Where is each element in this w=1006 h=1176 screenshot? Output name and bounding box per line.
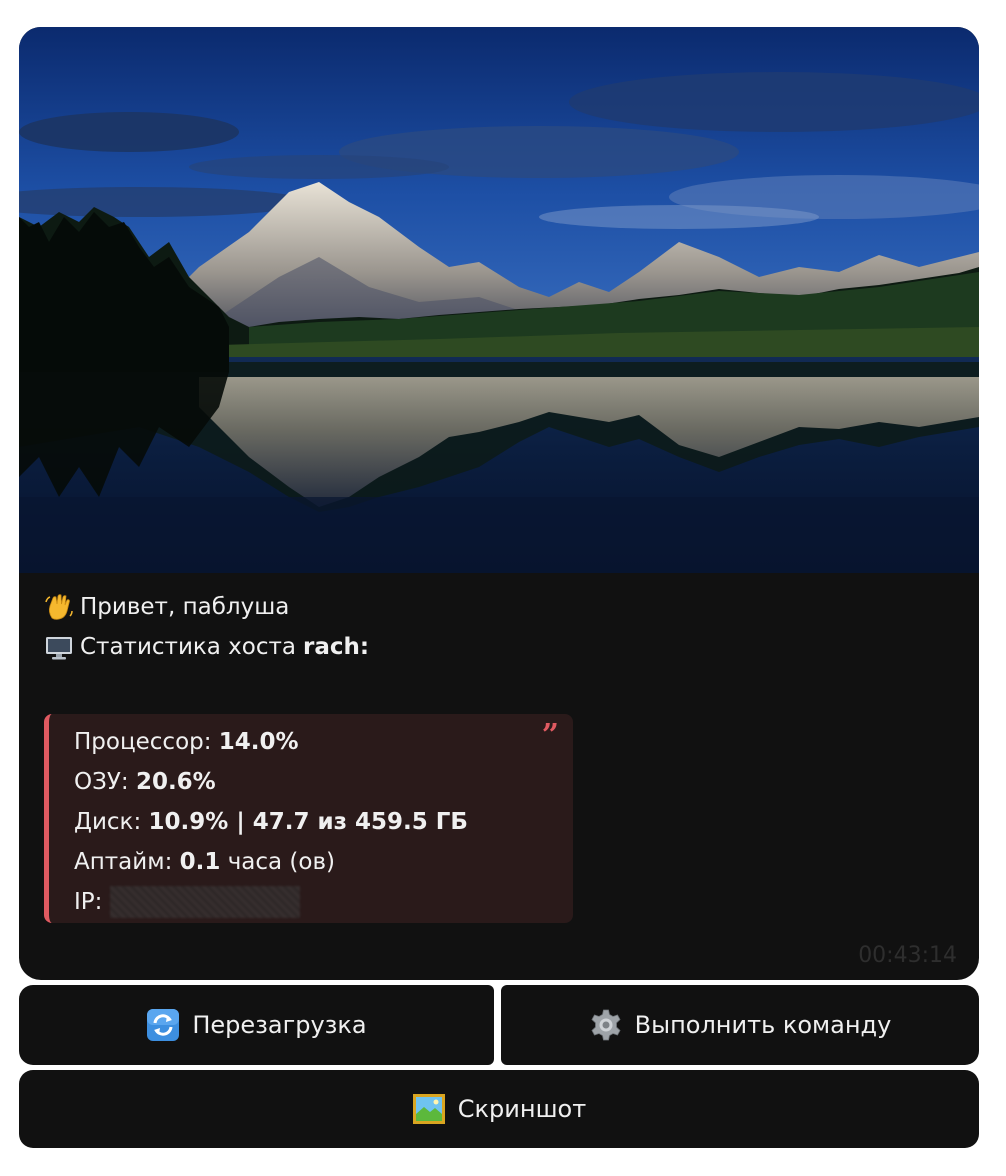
waving-hand-icon xyxy=(45,594,73,620)
disk-value: 10.9% | 47.7 из 459.5 ГБ xyxy=(148,809,468,835)
stats-label: Статистика хоста xyxy=(80,634,297,660)
landscape-photo[interactable] xyxy=(19,27,979,573)
disk-label: Диск: xyxy=(74,809,142,835)
ip-label: IP: xyxy=(74,889,103,915)
screenshot-button[interactable]: Скриншот xyxy=(19,1070,979,1148)
picture-icon xyxy=(412,1094,445,1124)
cpu-value: 14.0% xyxy=(218,729,299,755)
message-bubble: Привет, паблуша Статистика хоста rach: ”… xyxy=(19,27,979,980)
gear-icon xyxy=(591,1009,621,1041)
quote-icon: ” xyxy=(541,718,559,753)
uptime-unit: часа (ов) xyxy=(227,849,335,875)
message-timestamp: 00:43:14 xyxy=(858,943,957,968)
uptime-value: 0.1 xyxy=(179,849,221,875)
greeting-text: Привет, паблуша xyxy=(80,594,290,620)
stats-header-line: Статистика хоста rach: xyxy=(44,627,964,667)
desktop-computer-icon xyxy=(46,637,72,660)
greeting-line: Привет, паблуша xyxy=(44,587,964,627)
refresh-icon xyxy=(147,1009,180,1041)
message-text: Привет, паблуша Статистика хоста rach: xyxy=(44,587,964,667)
ram-value: 20.6% xyxy=(135,769,216,795)
cpu-line: Процессор: 14.0% xyxy=(74,722,573,762)
stats-blockquote: ” Процессор: 14.0% ОЗУ: 20.6% Диск: 10.9… xyxy=(44,714,573,923)
screenshot-label: Скриншот xyxy=(457,1095,587,1123)
uptime-line: Аптайм: 0.1 часа (ов) xyxy=(74,842,573,882)
ram-label: ОЗУ: xyxy=(74,769,129,795)
reboot-button[interactable]: Перезагрузка xyxy=(19,985,494,1065)
ip-spoiler[interactable] xyxy=(110,886,301,918)
reboot-label: Перезагрузка xyxy=(192,1011,367,1039)
execute-command-button[interactable]: Выполнить команду xyxy=(501,985,979,1065)
ram-line: ОЗУ: 20.6% xyxy=(74,762,573,802)
host-name: rach: xyxy=(303,634,370,660)
execute-command-label: Выполнить команду xyxy=(634,1011,892,1039)
cpu-label: Процессор: xyxy=(74,729,212,755)
ip-line: IP: xyxy=(74,882,573,922)
uptime-label: Аптайм: xyxy=(74,849,173,875)
disk-line: Диск: 10.9% | 47.7 из 459.5 ГБ xyxy=(74,802,573,842)
